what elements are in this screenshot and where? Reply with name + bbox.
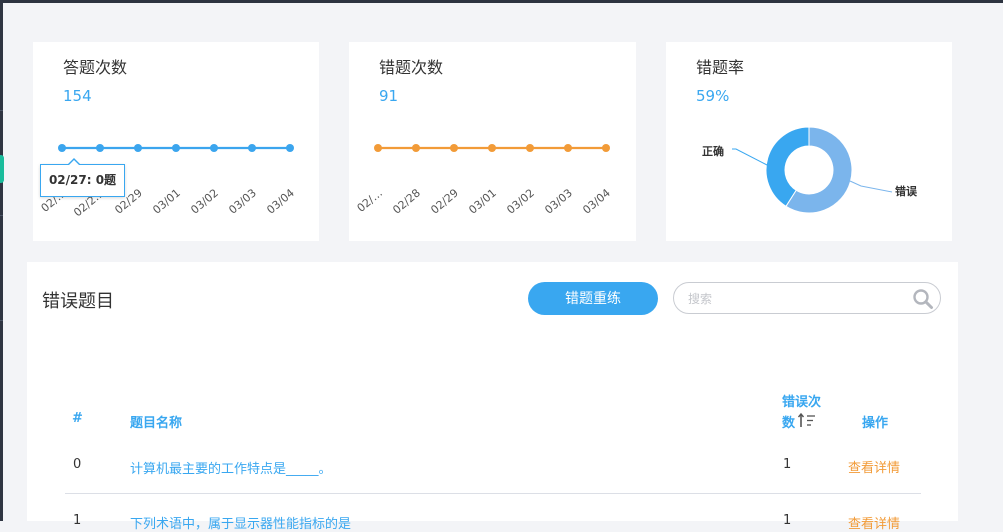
- panel-title: 错误题目: [42, 291, 114, 312]
- sidebar-active-tab[interactable]: [0, 155, 4, 183]
- x-tick-label: 02/…: [355, 186, 385, 214]
- search-icon[interactable]: [912, 288, 934, 310]
- data-point[interactable]: [286, 144, 294, 152]
- data-point[interactable]: [248, 144, 256, 152]
- x-tick-label: 03/02: [504, 186, 537, 216]
- data-point[interactable]: [134, 144, 142, 152]
- answer-count-line-chart[interactable]: 02/… 02/2… 02/29 03/01 03/02 03/03 03/04: [33, 42, 319, 241]
- data-point[interactable]: [412, 144, 420, 152]
- row-divider: [65, 493, 921, 494]
- sidebar-divider: [0, 320, 3, 321]
- row-0-question[interactable]: 计算机最主要的工作特点是_____。: [130, 458, 332, 477]
- x-tick-label: 03/04: [264, 186, 297, 216]
- x-tick-label: 03/01: [150, 186, 183, 216]
- data-point[interactable]: [450, 144, 458, 152]
- retrain-button[interactable]: 错题重练: [528, 282, 658, 315]
- left-sidebar-edge: [0, 0, 3, 521]
- x-tick-label: 03/03: [542, 186, 575, 216]
- slice-label: 错误: [895, 184, 918, 198]
- row-0-index: 0: [73, 457, 82, 472]
- sidebar-divider: [0, 215, 3, 216]
- sort-icon[interactable]: [798, 412, 818, 428]
- search-input[interactable]: [688, 290, 888, 308]
- data-point[interactable]: [210, 144, 218, 152]
- column-header-count-line1: 错误次: [782, 395, 822, 410]
- data-point[interactable]: [488, 144, 496, 152]
- sidebar-divider: [0, 110, 3, 111]
- column-header-index: #: [72, 411, 83, 426]
- wrong-rate-donut-chart[interactable]: 错误 正确: [666, 42, 952, 241]
- chart-tooltip: 02/27: 0题: [40, 158, 125, 197]
- x-tick-label: 03/01: [466, 186, 499, 216]
- wrong-count-card: 错题次数 91 02/… 02/28 02/29 03/01 03/02 03/03 03/…: [349, 42, 636, 241]
- x-tick-label: 02/28: [390, 186, 423, 216]
- wrong-count-line-chart[interactable]: 02/… 02/28 02/29 03/01 03/02 03/03 03/04: [349, 42, 636, 241]
- x-tick-label: 03/03: [226, 186, 259, 216]
- data-point[interactable]: [564, 144, 572, 152]
- answer-count-card: 答题次数 154 02/… 02/2… 02/29 03/01 03/02 03/03 03…: [33, 42, 319, 241]
- label-leader-line: [732, 148, 770, 167]
- column-header-name: 题目名称: [130, 416, 183, 431]
- data-point[interactable]: [602, 144, 610, 152]
- data-point[interactable]: [96, 144, 104, 152]
- row-0-count: 1: [783, 457, 792, 472]
- wrong-questions-panel: 错误题目 错题重练 # 题目名称 错误次 数 操作 0 计算机最主要的工作特点是…: [27, 262, 958, 532]
- row-1-detail-link[interactable]: 查看详情: [848, 513, 900, 532]
- data-point[interactable]: [58, 144, 66, 152]
- row-1-question[interactable]: 下列术语中，属于显示器性能指标的是: [130, 513, 351, 532]
- data-point[interactable]: [526, 144, 534, 152]
- label-leader-line: [849, 180, 893, 193]
- x-tick-label: 02/29: [428, 186, 461, 216]
- x-tick-label: 03/04: [580, 186, 613, 216]
- data-point[interactable]: [374, 144, 382, 152]
- row-0-detail-link[interactable]: 查看详情: [848, 457, 900, 476]
- column-header-count-line2: 数: [782, 416, 796, 431]
- search-box[interactable]: [673, 282, 941, 314]
- slice-label: 正确: [702, 144, 724, 158]
- x-tick-label: 03/02: [188, 186, 221, 216]
- data-point[interactable]: [172, 144, 180, 152]
- wrong-rate-card: 错题率 59% 错误 正确: [666, 42, 952, 241]
- column-header-action: 操作: [862, 416, 889, 431]
- window-top-bar: [0, 0, 1003, 3]
